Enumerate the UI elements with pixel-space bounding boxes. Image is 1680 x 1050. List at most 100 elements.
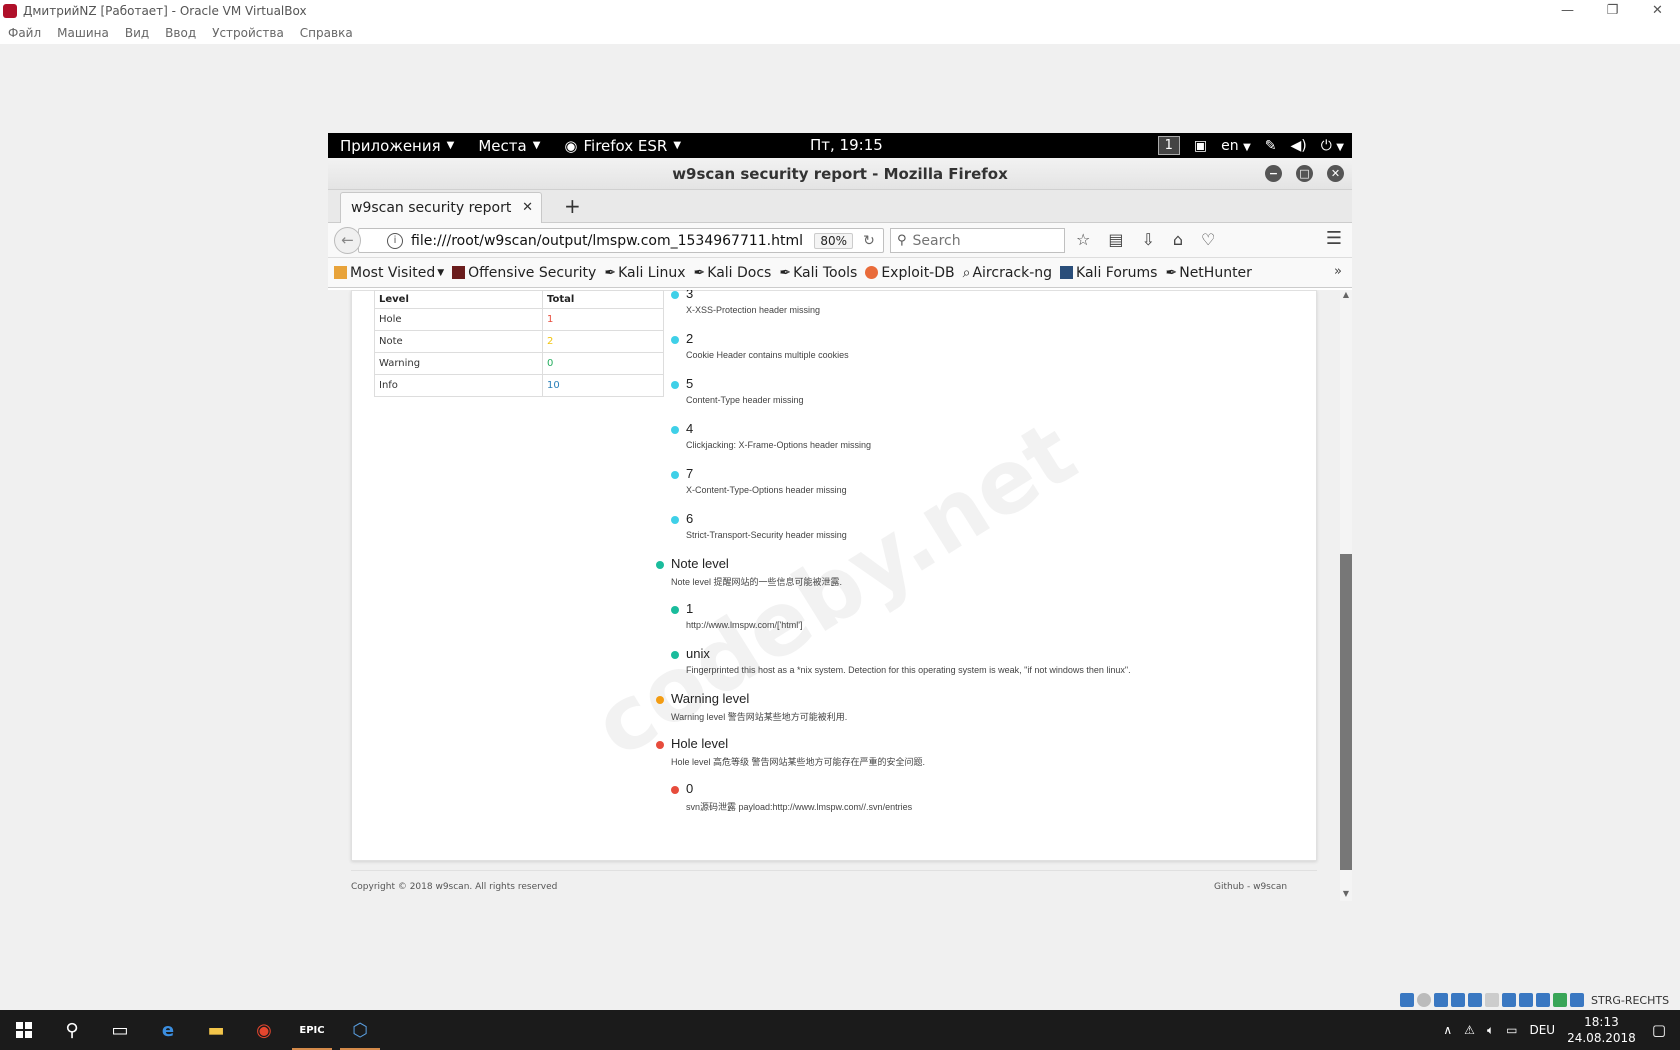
finding-description: svn源码泄露 payload:http://www.lmspw.com//.s…: [686, 802, 913, 812]
applications-menu[interactable]: Приложения ▼: [328, 137, 466, 155]
bookmark-star-icon[interactable]: ☆: [1076, 230, 1090, 249]
maximize-icon[interactable]: □: [1296, 165, 1313, 182]
pocket-icon[interactable]: ♡: [1201, 230, 1215, 249]
page-scrollbar[interactable]: ▲ ▼: [1340, 290, 1352, 901]
search-icon[interactable]: ⚲: [48, 1010, 96, 1050]
table-row: Note 2: [374, 330, 664, 353]
footer-github-link[interactable]: Github - w9scan: [1214, 882, 1287, 892]
back-button[interactable]: ←: [334, 227, 361, 254]
bookmark-exploit-db[interactable]: Exploit-DB: [865, 265, 955, 281]
scrollbar-thumb[interactable]: [1340, 554, 1352, 870]
camera-icon[interactable]: ▣: [1194, 138, 1207, 154]
vm-optical-icon[interactable]: [1417, 993, 1431, 1007]
hamburger-menu-icon[interactable]: ☰: [1326, 228, 1342, 249]
vm-hdd-icon[interactable]: [1400, 993, 1414, 1007]
level-dot-icon: [656, 696, 664, 704]
download-icon[interactable]: ⇩: [1141, 230, 1154, 249]
tab-bar: w9scan security report ✕ +: [328, 190, 1352, 224]
scroll-up-icon[interactable]: ▲: [1340, 290, 1352, 302]
bookmark-aircrack-ng[interactable]: ⌕ Aircrack-ng: [963, 265, 1052, 281]
url-bar[interactable]: i file:///root/w9scan/output/lmspw.com_1…: [358, 228, 884, 253]
close-icon[interactable]: ✕: [1327, 165, 1344, 182]
firefox-app-menu[interactable]: ◉ Firefox ESR ▼: [552, 137, 693, 155]
task-view-icon[interactable]: ▭: [96, 1010, 144, 1050]
vm-usb-icon[interactable]: [1468, 993, 1482, 1007]
level-dot-icon: [671, 426, 679, 434]
power-icon[interactable]: ⏻ ▼: [1321, 138, 1344, 154]
tab-w9scan-report[interactable]: w9scan security report ✕: [340, 192, 542, 224]
close-button[interactable]: ✕: [1635, 0, 1680, 22]
search-bar[interactable]: ⚲: [890, 228, 1065, 253]
vm-recording-icon[interactable]: [1519, 993, 1533, 1007]
page-content: Level Total Hole 1 Note 2 Warning 0 Info…: [328, 290, 1352, 901]
firefox-titlebar: w9scan security report - Mozilla Firefox…: [328, 158, 1352, 190]
show-hidden-icons[interactable]: ∧: [1443, 1023, 1452, 1037]
taskbar-clock[interactable]: 18:13 24.08.2018: [1567, 1014, 1636, 1046]
start-button[interactable]: [0, 1010, 48, 1050]
language-selector[interactable]: en ▼: [1221, 138, 1251, 154]
network-tray-icon[interactable]: ⚠: [1464, 1023, 1475, 1037]
vm-cpu-icon[interactable]: [1536, 993, 1550, 1007]
gnome-clock[interactable]: Пт, 19:15: [810, 133, 883, 158]
zoom-indicator[interactable]: 80%: [814, 232, 853, 249]
toolbar-icons: ☆ ▤ ⇩ ⌂ ♡: [1076, 230, 1215, 249]
bookmarks-overflow-icon[interactable]: »: [1334, 264, 1342, 279]
vm-mouse-icon[interactable]: [1553, 993, 1567, 1007]
display-tray-icon[interactable]: ▭: [1506, 1023, 1517, 1037]
minimize-icon[interactable]: −: [1265, 165, 1282, 182]
bookmark-kali-docs[interactable]: ✒ Kali Docs: [694, 265, 772, 281]
bookmark-most-visited[interactable]: Most Visited ▼: [334, 265, 444, 281]
menu-devices[interactable]: Устройства: [212, 26, 284, 40]
caret-down-icon: ▼: [1243, 141, 1251, 153]
bookmark-kali-forums[interactable]: Kali Forums: [1060, 265, 1157, 281]
search-input[interactable]: [912, 232, 1053, 249]
host-window-controls: — ❐ ✕: [1545, 0, 1680, 22]
reload-icon[interactable]: ↻: [859, 233, 879, 249]
bookmark-kali-linux[interactable]: ✒ Kali Linux: [604, 265, 685, 281]
menu-view[interactable]: Вид: [125, 26, 149, 40]
tab-title: w9scan security report: [351, 200, 512, 216]
tab-close-icon[interactable]: ✕: [522, 193, 533, 223]
vm-display-icon[interactable]: [1502, 993, 1516, 1007]
scroll-down-icon[interactable]: ▼: [1340, 889, 1352, 901]
minimize-button[interactable]: —: [1545, 0, 1590, 22]
finding-description: Clickjacking: X-Frame-Options header mis…: [686, 440, 872, 450]
kali-forums-icon: [1060, 266, 1074, 279]
volume-tray-icon[interactable]: 🔈︎: [1487, 1023, 1494, 1038]
virtualbox-icon: [3, 4, 17, 18]
menu-file[interactable]: Файл: [8, 26, 41, 40]
bookmark-kali-tools[interactable]: ✒ Kali Tools: [779, 265, 857, 281]
epic-games-icon[interactable]: EPIC: [288, 1010, 336, 1050]
url-text[interactable]: file:///root/w9scan/output/lmspw.com_153…: [411, 233, 814, 249]
vm-keyboard-icon[interactable]: [1570, 993, 1584, 1007]
volume-icon[interactable]: ◀): [1291, 138, 1307, 154]
vm-network-icon[interactable]: [1451, 993, 1465, 1007]
firefox-window-controls: − □ ✕: [1265, 165, 1344, 182]
info-icon[interactable]: i: [387, 232, 403, 249]
input-language[interactable]: DEU: [1529, 1023, 1555, 1037]
menu-machine[interactable]: Машина: [57, 26, 109, 40]
virtualbox-taskbar-icon[interactable]: ⬡: [336, 1010, 384, 1050]
new-tab-icon[interactable]: +: [564, 194, 581, 218]
level-dot-icon: [671, 606, 679, 614]
home-icon[interactable]: ⌂: [1173, 230, 1183, 249]
reading-list-icon[interactable]: ▤: [1108, 230, 1123, 249]
bookmark-offensive-security[interactable]: Offensive Security: [452, 265, 596, 281]
level-dot-icon: [671, 516, 679, 524]
edge-icon[interactable]: e: [144, 1010, 192, 1050]
menu-help[interactable]: Справка: [300, 26, 353, 40]
places-menu[interactable]: Места ▼: [466, 137, 552, 155]
vm-shared-folders-icon[interactable]: [1485, 993, 1499, 1007]
vm-audio-icon[interactable]: [1434, 993, 1448, 1007]
restore-button[interactable]: ❐: [1590, 0, 1635, 22]
file-explorer-icon[interactable]: ▬: [192, 1010, 240, 1050]
chrome-icon[interactable]: ◉: [240, 1010, 288, 1050]
bookmark-nethunter[interactable]: ✒ NetHunter: [1165, 265, 1251, 281]
menu-input[interactable]: Ввод: [165, 26, 196, 40]
workspace-indicator[interactable]: 1: [1157, 136, 1180, 155]
finding-title: 3: [686, 290, 694, 301]
network-icon[interactable]: ✎: [1265, 138, 1277, 154]
caret-down-icon: ▼: [673, 140, 682, 151]
notifications-icon[interactable]: ▢: [1652, 1021, 1666, 1039]
exploit-db-icon: [865, 266, 879, 279]
